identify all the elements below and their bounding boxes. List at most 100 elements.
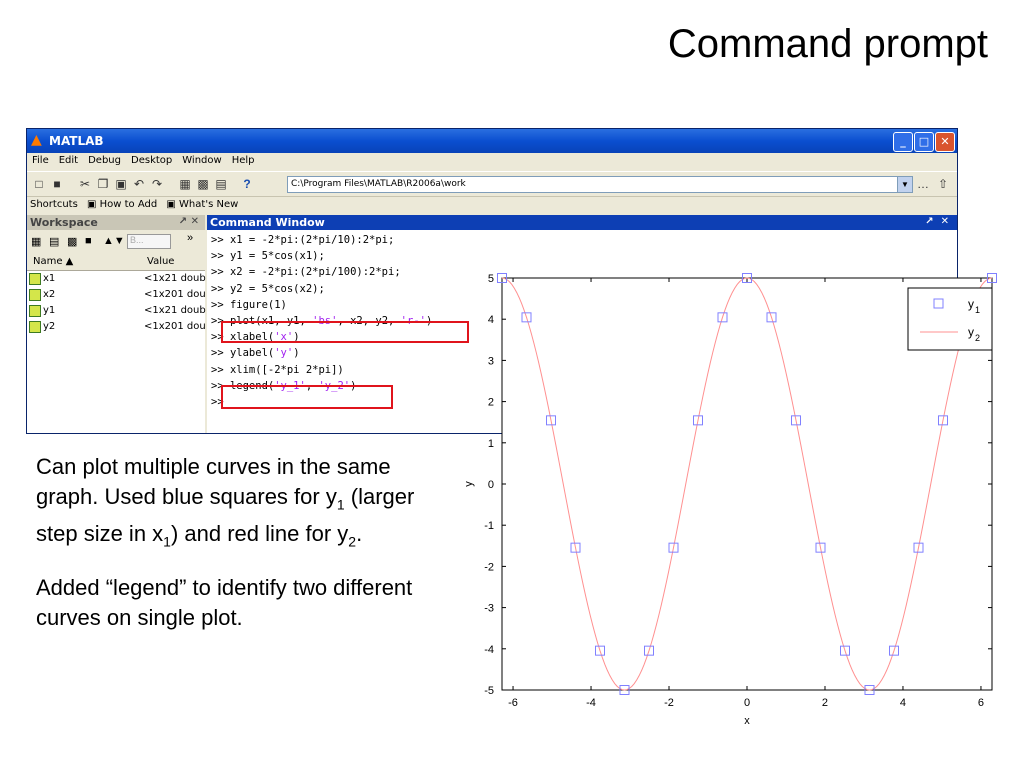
- legend-y2-label: y: [968, 325, 974, 339]
- shortcut-how-to-add-label: How to Add: [99, 199, 158, 210]
- x-tick-label: -2: [664, 697, 674, 709]
- y-tick-label: -2: [484, 561, 494, 573]
- y-tick-label: 4: [488, 314, 494, 326]
- var-name: y2: [43, 321, 56, 332]
- x-axis-label: x: [744, 715, 750, 727]
- legend-y2-subscript: 2: [975, 333, 980, 343]
- command-line: >> x2 = -2*pi:(2*pi/100):2*pi;: [211, 266, 401, 279]
- menu-desktop[interactable]: Desktop: [126, 153, 177, 166]
- up-folder-icon[interactable]: ⇧: [935, 176, 951, 192]
- load-data-icon[interactable]: ▩: [67, 235, 77, 248]
- command-line: >> ylabel('y'): [211, 347, 300, 360]
- undo-icon[interactable]: ↶: [131, 176, 147, 192]
- caption-paragraph-1: Can plot multiple curves in the same gra…: [36, 452, 456, 557]
- var-value: <1x201 dou: [144, 289, 206, 300]
- caption-subscript: 1: [336, 496, 345, 513]
- workspace-undock-close-icon[interactable]: ↗ ✕: [179, 216, 199, 227]
- var-name: x2: [43, 289, 56, 300]
- simulink-icon[interactable]: ▦: [177, 176, 193, 192]
- highlight-legend-command: [221, 385, 393, 409]
- plot-figure: -5-4-3-2-1012345-6 -4 -2 0 2 4 6xyy 1y 2: [464, 273, 997, 727]
- open-folder-icon[interactable]: ■: [49, 176, 65, 192]
- y-tick-label: 0: [488, 479, 494, 491]
- var-value: <1x21 doub: [144, 273, 206, 284]
- stack-select[interactable]: B...: [127, 234, 171, 249]
- var-name: y1: [43, 305, 56, 316]
- x-tick-label: 6: [978, 697, 984, 709]
- plot-selector-icon[interactable]: ▲▼: [103, 235, 125, 247]
- help-icon[interactable]: ?: [239, 176, 255, 192]
- highlight-plot-command: [221, 321, 469, 343]
- y-tick-label: -1: [484, 520, 494, 532]
- workspace-row[interactable]: y1 <1x21 doub: [27, 303, 206, 319]
- command-window-undock-close-icon[interactable]: ↗ ✕: [925, 216, 949, 227]
- command-window-title: Command Window: [210, 216, 325, 229]
- maximize-button[interactable]: □: [914, 132, 934, 152]
- command-window-header: Command Window ↗ ✕: [207, 215, 957, 230]
- command-line: >> xlim([-2*pi 2*pi]): [211, 363, 344, 376]
- y-tick-label: 2: [488, 397, 494, 409]
- x-tick-label: -6: [508, 697, 518, 709]
- guide-icon[interactable]: ▩: [195, 176, 211, 192]
- column-name[interactable]: Name ▲: [33, 256, 73, 267]
- var-value: <1x201 dou: [144, 321, 206, 332]
- shortcuts-bar: Shortcuts ▣ How to Add ▣ What's New: [27, 197, 957, 213]
- slide-caption: Can plot multiple curves in the same gra…: [36, 452, 456, 649]
- shortcut-how-to-add[interactable]: ▣ How to Add: [84, 197, 160, 212]
- x-tick-label: 0: [744, 697, 750, 709]
- window-title: MATLAB: [49, 134, 104, 148]
- open-variable-icon[interactable]: ▤: [49, 235, 59, 248]
- profiler-icon[interactable]: ▤: [213, 176, 229, 192]
- chevron-right-icon[interactable]: »: [187, 232, 193, 244]
- caption-text: ) and red line for y: [170, 521, 349, 547]
- y-tick-label: 5: [488, 273, 494, 285]
- caption-paragraph-2: Added “legend” to identify two different…: [36, 574, 413, 630]
- menu-debug[interactable]: Debug: [83, 153, 126, 166]
- var-name: x1: [43, 273, 56, 284]
- shortcut-whats-new-label: What's New: [179, 199, 239, 210]
- legend-y1-label: y: [968, 297, 974, 311]
- toolbar: □ ■ ✂ ❐ ▣ ↶ ↷ ▦ ▩ ▤ ? C:\Program Files\M…: [27, 171, 957, 197]
- y-tick-label: 3: [488, 355, 494, 367]
- command-line: >> x1 = -2*pi:(2*pi/10):2*pi;: [211, 234, 395, 246]
- close-button[interactable]: ✕: [935, 132, 955, 152]
- x-tick-label: 4: [900, 697, 906, 709]
- paste-icon[interactable]: ▣: [113, 176, 129, 192]
- workspace-row[interactable]: y2 <1x201 dou: [27, 319, 206, 335]
- caption-text: .: [356, 521, 363, 547]
- workspace-columns: Name ▲ Value: [27, 254, 205, 271]
- browse-folder-icon[interactable]: …: [915, 176, 931, 192]
- minimize-button[interactable]: _: [893, 132, 913, 152]
- matrix-icon: [29, 289, 41, 301]
- redo-icon[interactable]: ↷: [149, 176, 165, 192]
- chevron-down-icon[interactable]: ▼: [897, 176, 913, 193]
- workspace-row[interactable]: x2 <1x201 dou: [27, 287, 206, 303]
- shortcuts-label: Shortcuts: [30, 199, 78, 210]
- menu-file[interactable]: File: [27, 153, 54, 166]
- save-icon[interactable]: ■: [85, 235, 92, 247]
- command-line: >> figure(1): [211, 298, 287, 311]
- matrix-icon: [29, 305, 41, 317]
- menu-window[interactable]: Window: [177, 153, 226, 166]
- menu-bar: File Edit Debug Desktop Window Help: [27, 153, 957, 170]
- workspace-header: Workspace ↗ ✕: [27, 215, 205, 230]
- current-directory-input[interactable]: C:\Program Files\MATLAB\R2006a\work: [287, 176, 904, 193]
- slide-title: Command prompt: [667, 22, 988, 66]
- new-variable-icon[interactable]: ▦: [31, 235, 41, 248]
- copy-icon[interactable]: ❐: [95, 176, 111, 192]
- menu-help[interactable]: Help: [227, 153, 260, 166]
- menu-edit[interactable]: Edit: [54, 153, 83, 166]
- x-tick-label: 2: [822, 697, 828, 709]
- y-axis-label: y: [464, 481, 475, 487]
- command-line: >> y1 = 5*cos(x1);: [211, 250, 325, 263]
- workspace-toolbar: ▦ ▤ ▩ ■ ▲▼ B... »: [27, 230, 205, 254]
- cut-icon[interactable]: ✂: [77, 176, 93, 192]
- new-file-icon[interactable]: □: [31, 176, 47, 192]
- x-tick-label: -4: [586, 697, 596, 709]
- workspace-row[interactable]: x1 <1x21 doub: [27, 271, 206, 287]
- shortcut-whats-new[interactable]: ▣ What's New: [163, 197, 241, 212]
- legend-y1-subscript: 1: [975, 305, 980, 315]
- y-tick-label: 1: [488, 438, 494, 450]
- matrix-icon: [29, 321, 41, 333]
- column-value[interactable]: Value: [147, 256, 174, 267]
